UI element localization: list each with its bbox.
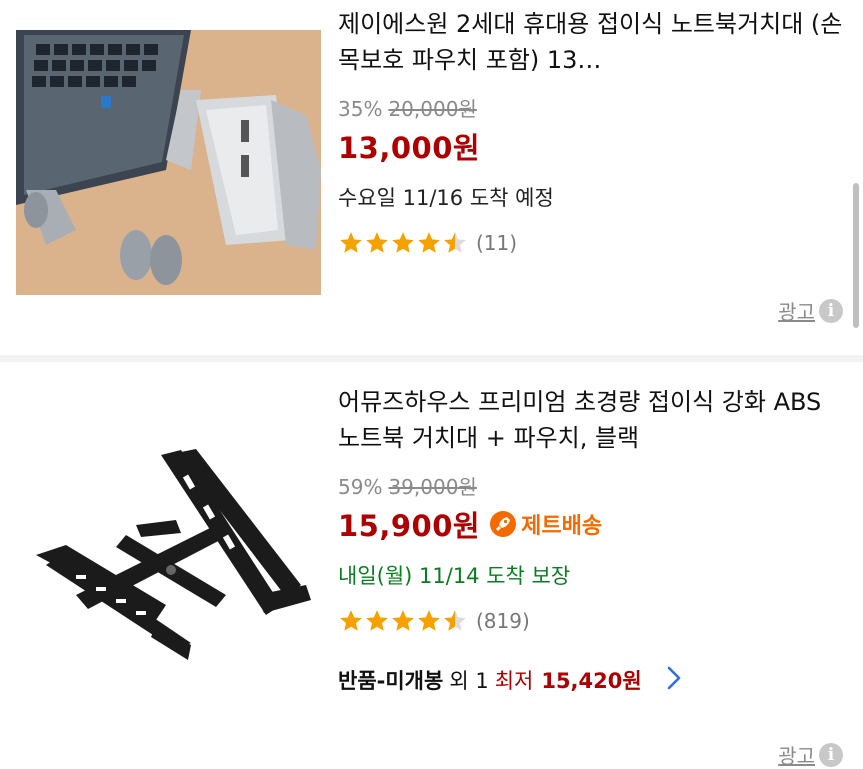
star-icon: [390, 608, 416, 634]
original-price: 20,000원: [388, 97, 477, 121]
star-rating: [338, 230, 468, 256]
discount-rate: 59%: [338, 475, 383, 499]
star-icon: [364, 230, 390, 256]
product-info: 어뮤즈하우스 프리미엄 초경량 접이식 강화 ABS 노트북 거치대 + 파우치…: [338, 384, 843, 700]
sale-price: 13,000원: [338, 131, 481, 165]
star-icon: [338, 230, 364, 256]
chevron-right-icon[interactable]: [666, 665, 682, 696]
star-icon: [416, 608, 442, 634]
scrollbar[interactable]: [853, 183, 859, 328]
review-count: (11): [476, 231, 518, 255]
discount-row: 35% 20,000원: [338, 94, 843, 124]
star-rating: [338, 608, 468, 634]
star-icon: [416, 230, 442, 256]
star-icon: [390, 230, 416, 256]
rating: (11): [338, 228, 843, 258]
product-image-laptop-stand-black[interactable]: [16, 415, 321, 680]
offer-condition: 반품-미개봉: [338, 669, 444, 693]
card-divider: [0, 355, 863, 362]
ad-label[interactable]: 광고: [778, 740, 815, 769]
discount-row: 59% 39,000원: [338, 472, 843, 502]
product-card-1[interactable]: 제이에스원 2세대 휴대용 접이식 노트북거치대 (손목보호 파우치 포함) 1…: [0, 0, 863, 355]
ad-badge-bottom[interactable]: 광고 i: [778, 740, 843, 769]
rocket-icon: [490, 511, 517, 537]
star-icon: [442, 230, 468, 256]
price-row: 15,900원 제트배송: [338, 502, 843, 546]
info-icon[interactable]: i: [819, 298, 843, 323]
product-card-2[interactable]: 어뮤즈하우스 프리미엄 초경량 접이식 강화 ABS 노트북 거치대 + 파우치…: [0, 362, 863, 750]
sale-price: 15,900원: [338, 509, 481, 543]
price-row: 13,000원: [338, 124, 843, 168]
review-count: (819): [476, 609, 530, 633]
star-icon: [338, 608, 364, 634]
product-info: 제이에스원 2세대 휴대용 접이식 노트북거치대 (손목보호 파우치 포함) 1…: [338, 6, 843, 258]
star-icon: [442, 608, 468, 634]
ad-badge[interactable]: 광고 i: [778, 296, 843, 325]
product-title[interactable]: 제이에스원 2세대 휴대용 접이식 노트북거치대 (손목보호 파우치 포함) 1…: [338, 6, 843, 78]
product-title[interactable]: 어뮤즈하우스 프리미엄 초경량 접이식 강화 ABS 노트북 거치대 + 파우치…: [338, 384, 843, 456]
original-price: 39,000원: [388, 475, 477, 499]
best-price: 15,420원: [541, 669, 642, 693]
ad-label[interactable]: 광고: [778, 296, 815, 325]
lowest-price-offer[interactable]: 반품-미개봉 외 1 최저 15,420원: [338, 660, 843, 700]
delivery-guarantee: 내일(월) 11/14 도착 보장: [338, 564, 571, 588]
rocket-delivery-badge: 제트배송: [490, 508, 602, 540]
offer-extra: 외 1: [449, 669, 489, 693]
best-label: 최저: [494, 669, 534, 693]
delivery-estimate: 수요일 11/16 도착 예정: [338, 186, 554, 210]
star-icon: [364, 608, 390, 634]
product-image-laptop-stand-silver[interactable]: [16, 30, 321, 295]
rating: (819): [338, 606, 843, 636]
rocket-label: 제트배송: [521, 514, 603, 539]
discount-rate: 35%: [338, 97, 383, 121]
info-icon[interactable]: i: [819, 742, 843, 767]
